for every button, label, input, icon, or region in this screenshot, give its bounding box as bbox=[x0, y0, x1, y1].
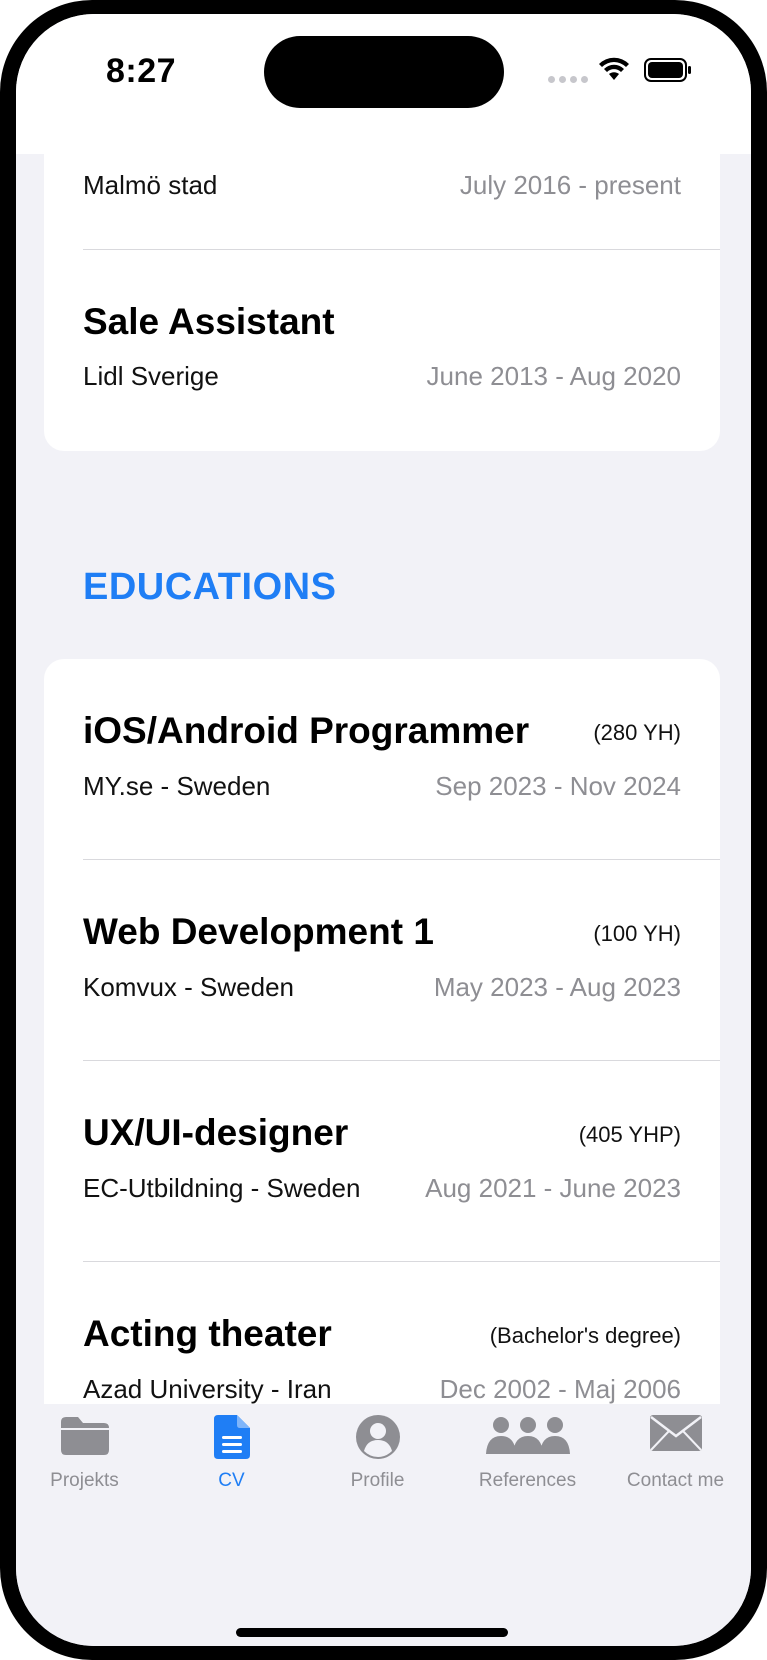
education-row[interactable]: Web Development 1 (100 YH) Komvux - Swed… bbox=[44, 860, 720, 1061]
work-company: Lidl Sverige bbox=[83, 361, 219, 391]
cellular-signal-icon bbox=[548, 76, 588, 83]
tab-label: Contact me bbox=[626, 1470, 725, 1491]
tab-label: References bbox=[478, 1470, 577, 1491]
education-school: EC-Utbildning - Sweden bbox=[83, 1173, 361, 1203]
work-dates: July 2016 - present bbox=[459, 170, 681, 200]
education-school: Komvux - Sweden bbox=[83, 972, 294, 1002]
work-title: Sale Assistant bbox=[83, 301, 335, 342]
home-indicator[interactable] bbox=[236, 1628, 508, 1637]
tab-profile[interactable]: Profile bbox=[304, 1404, 451, 1504]
work-row[interactable]: Malmö stad July 2016 - present bbox=[44, 154, 720, 250]
tab-projekts[interactable]: Projekts bbox=[16, 1404, 158, 1504]
envelope-icon bbox=[649, 1415, 702, 1451]
status-bar: 8:27 bbox=[16, 14, 751, 154]
education-row[interactable]: iOS/Android Programmer (280 YH) MY.se - … bbox=[44, 659, 720, 860]
educations-heading: EDUCATIONS bbox=[83, 566, 337, 608]
tab-label: Profile bbox=[350, 1470, 405, 1491]
status-time: 8:27 bbox=[106, 52, 177, 90]
work-dates: June 2013 - Aug 2020 bbox=[426, 361, 681, 391]
education-title: iOS/Android Programmer bbox=[83, 710, 530, 751]
dynamic-island bbox=[264, 36, 504, 108]
education-school: Azad University - Iran bbox=[83, 1374, 332, 1404]
tab-contact-me[interactable]: Contact me bbox=[602, 1404, 749, 1504]
folder-icon bbox=[60, 1417, 109, 1455]
education-credits: (100 YH) bbox=[593, 921, 681, 946]
device-frame: 8:27 Malmö stad July 2016 - present Sale… bbox=[0, 0, 767, 1660]
education-credits: (280 YH) bbox=[593, 720, 681, 745]
education-dates: Sep 2023 - Nov 2024 bbox=[435, 771, 681, 801]
educations-card: iOS/Android Programmer (280 YH) MY.se - … bbox=[44, 659, 720, 1465]
education-school: MY.se - Sweden bbox=[83, 771, 271, 801]
tab-cv[interactable]: CV bbox=[158, 1404, 305, 1504]
education-title: UX/UI-designer bbox=[83, 1112, 349, 1153]
document-icon bbox=[213, 1415, 250, 1459]
education-credits: (405 YHP) bbox=[578, 1122, 681, 1147]
work-experience-card: Malmö stad July 2016 - present Sale Assi… bbox=[44, 154, 720, 451]
wifi-icon bbox=[599, 57, 629, 80]
people-icon bbox=[485, 1417, 570, 1454]
battery-icon bbox=[644, 58, 691, 82]
work-company: Malmö stad bbox=[83, 170, 218, 200]
tab-bar: Projekts CV Profile References Contact m… bbox=[16, 1404, 751, 1646]
tab-references[interactable]: References bbox=[454, 1404, 601, 1504]
screen: 8:27 Malmö stad July 2016 - present Sale… bbox=[16, 14, 751, 1646]
education-dates: Aug 2021 - June 2023 bbox=[425, 1173, 681, 1203]
education-credits: (Bachelor's degree) bbox=[489, 1323, 681, 1348]
work-row[interactable]: Sale Assistant Lidl Sverige June 2013 - … bbox=[44, 250, 720, 451]
person-circle-icon bbox=[355, 1415, 400, 1459]
education-dates: May 2023 - Aug 2023 bbox=[433, 972, 681, 1002]
tab-label: Projekts bbox=[50, 1470, 119, 1491]
tab-label: CV bbox=[218, 1470, 245, 1491]
education-dates: Dec 2002 - Maj 2006 bbox=[439, 1374, 681, 1404]
education-title: Acting theater bbox=[83, 1313, 332, 1354]
education-title: Web Development 1 bbox=[83, 911, 434, 952]
education-row[interactable]: UX/UI-designer (405 YHP) EC-Utbildning -… bbox=[44, 1061, 720, 1262]
